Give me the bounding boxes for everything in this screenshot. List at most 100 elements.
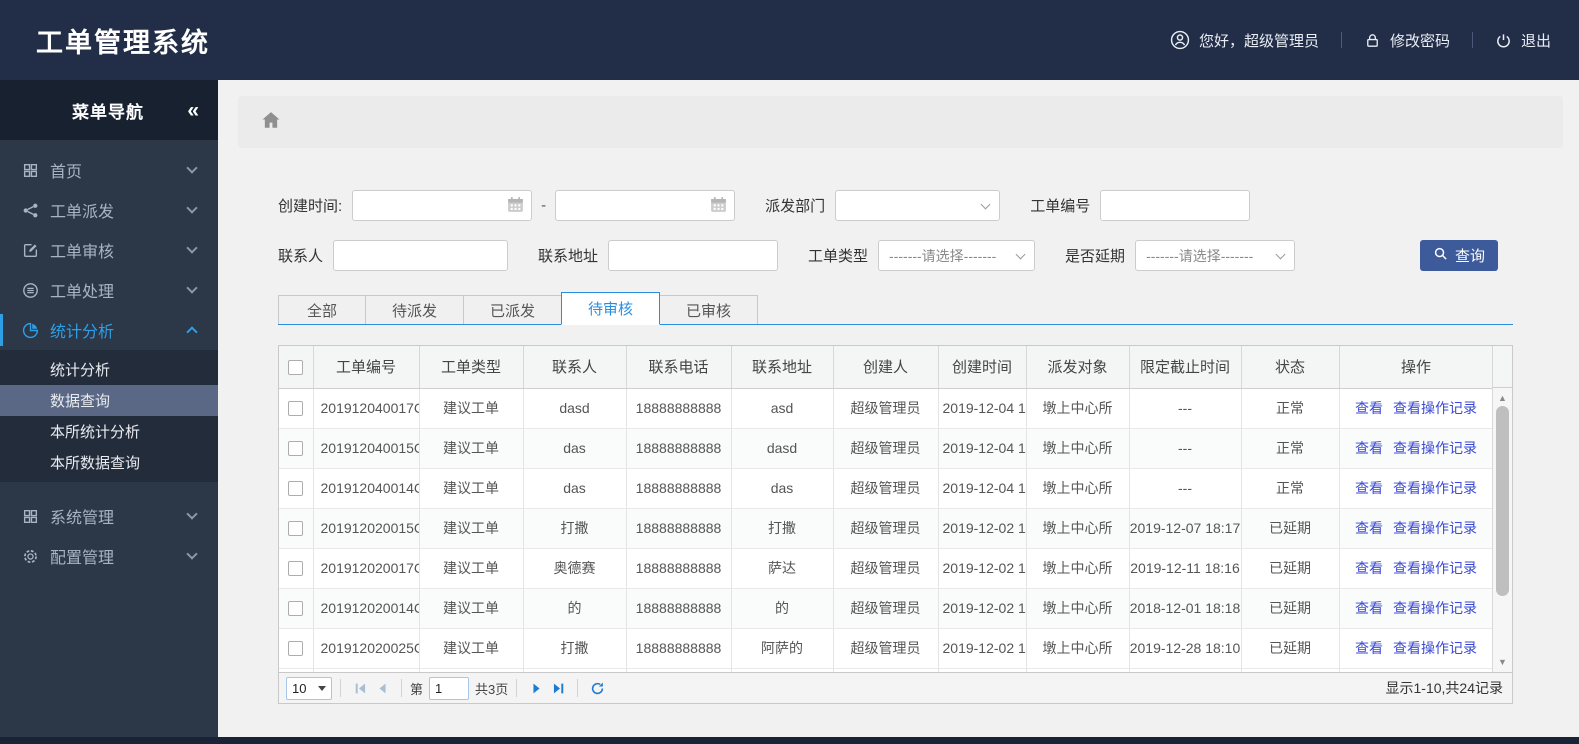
cell-contact: 的 [523, 588, 627, 629]
page-input[interactable] [429, 676, 470, 700]
sidebar-subitem-data-query[interactable]: 数据查询 [0, 385, 218, 416]
create-time-start-input[interactable] [352, 190, 533, 221]
tab-pending-dispatch[interactable]: 待派发 [365, 295, 465, 324]
user-menu[interactable]: 您好，超级管理员 [1170, 30, 1319, 51]
row-checkbox[interactable] [288, 521, 304, 537]
cell-empty [1026, 668, 1130, 672]
view-records-link[interactable]: 查看操作记录 [1393, 480, 1477, 496]
cell-address: 阿萨的 [731, 628, 834, 669]
scroll-up-icon[interactable]: ▲ [1493, 393, 1512, 403]
row-checkbox[interactable] [288, 641, 304, 657]
row-checkbox[interactable] [288, 601, 304, 617]
sidebar-subitem-branch-data-query[interactable]: 本所数据查询 [0, 447, 218, 478]
tab-reviewed[interactable]: 已审核 [659, 295, 759, 324]
view-link[interactable]: 查看 [1355, 480, 1383, 496]
cell-actions: 查看 查看操作记录 [1339, 428, 1494, 469]
sidebar-item-home[interactable]: 首页 [0, 150, 218, 190]
view-link[interactable]: 查看 [1355, 520, 1383, 536]
sidebar-item-config[interactable]: 配置管理 [0, 536, 218, 576]
calendar-icon[interactable] [506, 195, 525, 218]
change-password-button[interactable]: 修改密码 [1364, 30, 1450, 51]
chevron-up-icon [186, 326, 198, 338]
chevron-down-icon [1015, 249, 1026, 259]
cell-actions: 查看 查看操作记录 [1339, 468, 1494, 509]
first-page-button[interactable] [349, 677, 371, 699]
row-checkbox-cell [279, 428, 314, 469]
view-records-link[interactable]: 查看操作记录 [1393, 400, 1477, 416]
scrollbar-thumb[interactable] [1496, 406, 1509, 596]
cell-created-time: 2019-12-02 16 [938, 588, 1027, 629]
sidebar-item-stats[interactable]: 统计分析 [0, 310, 218, 350]
order-no-input[interactable] [1100, 190, 1251, 221]
sidebar-item-label: 工单派发 [50, 204, 115, 221]
cell-status: 正常 [1241, 468, 1340, 509]
select-all-checkbox[interactable] [288, 359, 304, 375]
tab-pending-review[interactable]: 待审核 [561, 292, 661, 325]
scroll-down-icon[interactable]: ▼ [1493, 657, 1512, 667]
footer-strip [0, 737, 1579, 744]
sidebar-item-system[interactable]: 系统管理 [0, 496, 218, 536]
cell-address: 萨达 [731, 548, 834, 589]
cell-actions: 查看 查看操作记录 [1339, 548, 1494, 589]
order-no-label: 工单编号 [1030, 198, 1091, 215]
refresh-button[interactable] [586, 677, 608, 699]
department-select[interactable] [835, 190, 1001, 221]
view-records-link[interactable]: 查看操作记录 [1393, 520, 1477, 536]
status-tabs: 全部 待派发 已派发 待审核 已审核 [278, 292, 1513, 325]
last-page-button[interactable] [547, 677, 569, 699]
cell-deadline: 2018-12-01 18:18 [1129, 588, 1242, 629]
sidebar-item-dispatch[interactable]: 工单派发 [0, 190, 218, 230]
order-type-select[interactable]: -------请选择------- [878, 240, 1036, 271]
view-records-link[interactable]: 查看操作记录 [1393, 600, 1477, 616]
create-time-end-input[interactable] [555, 190, 736, 221]
cell-status: 已延期 [1241, 628, 1340, 669]
view-link[interactable]: 查看 [1355, 440, 1383, 456]
calendar-icon[interactable] [709, 195, 728, 218]
contact-input[interactable] [333, 240, 509, 271]
cell-empty [626, 668, 732, 672]
tab-all[interactable]: 全部 [278, 295, 366, 324]
cell-address: dasd [731, 428, 834, 469]
table-header-row: 工单编号 工单类型 联系人 联系电话 联系地址 创建人 创建时间 派发对象 限定截止时间 状态 操作 [279, 346, 1494, 389]
logout-button[interactable]: 退出 [1495, 30, 1551, 51]
next-page-button[interactable] [525, 677, 547, 699]
cell-dispatch-target: 墩上中心所 [1026, 428, 1130, 469]
row-checkbox[interactable] [288, 561, 304, 577]
grid-icon [21, 161, 39, 179]
view-link[interactable]: 查看 [1355, 640, 1383, 656]
view-records-link[interactable]: 查看操作记录 [1393, 440, 1477, 456]
view-link[interactable]: 查看 [1355, 560, 1383, 576]
sidebar-subitem-stats-analysis[interactable]: 统计分析 [0, 354, 218, 385]
collapse-sidebar-icon[interactable]: « [187, 100, 200, 121]
page-size-select[interactable]: 10 [286, 676, 332, 700]
sidebar-item-review[interactable]: 工单审核 [0, 230, 218, 270]
table-row: 201912040015C 建议工单 das 18888888888 dasd 超级管理员… [279, 428, 1494, 469]
tab-dispatched[interactable]: 已派发 [463, 295, 563, 324]
view-link[interactable]: 查看 [1355, 400, 1383, 416]
header-divider [1340, 32, 1342, 48]
scrollbar-track[interactable]: ▲ ▼ [1493, 388, 1512, 672]
contact-label: 联系人 [278, 248, 324, 265]
row-checkbox[interactable] [288, 401, 304, 417]
view-records-link[interactable]: 查看操作记录 [1393, 640, 1477, 656]
row-checkbox[interactable] [288, 481, 304, 497]
chevron-down-icon [186, 548, 198, 560]
pie-icon [21, 321, 39, 339]
column-header: 工单编号 [313, 346, 420, 389]
sidebar-item-process[interactable]: 工单处理 [0, 270, 218, 310]
view-link[interactable]: 查看 [1355, 600, 1383, 616]
sidebar-subitem-branch-stats[interactable]: 本所统计分析 [0, 416, 218, 447]
prev-page-button[interactable] [371, 677, 393, 699]
address-input[interactable] [608, 240, 779, 271]
user-icon [1170, 30, 1190, 50]
cell-order-type: 建议工单 [419, 508, 524, 549]
view-records-link[interactable]: 查看操作记录 [1393, 560, 1477, 576]
cell-order-no: 201912040014C [313, 468, 420, 509]
cell-address: das [731, 468, 834, 509]
table-scrollbar[interactable]: ▲ ▼ [1492, 346, 1512, 672]
home-icon[interactable] [260, 109, 282, 136]
search-button[interactable]: 查询 [1420, 240, 1498, 271]
cell-status: 已延期 [1241, 588, 1340, 629]
row-checkbox[interactable] [288, 441, 304, 457]
delay-select[interactable]: -------请选择------- [1135, 240, 1296, 271]
